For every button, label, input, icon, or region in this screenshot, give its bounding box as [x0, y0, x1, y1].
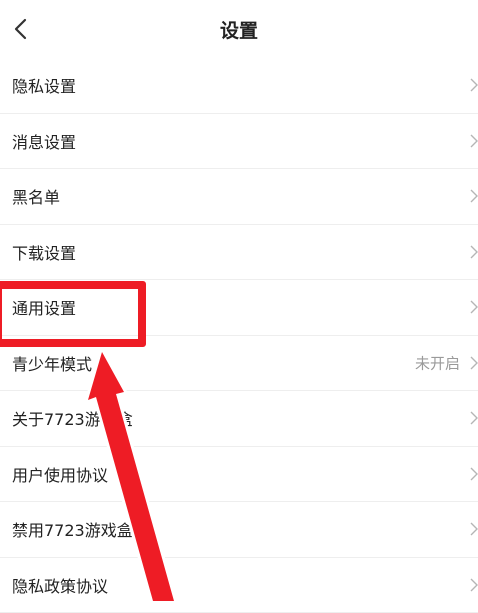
settings-item-label: 消息设置	[12, 129, 76, 153]
page-title: 设置	[0, 16, 478, 43]
settings-item-label: 用户使用协议	[12, 462, 108, 486]
settings-item-label: 隐私政策协议	[12, 573, 108, 597]
settings-item-label: 下载设置	[12, 240, 76, 264]
chevron-right-icon	[468, 410, 478, 426]
settings-item-label: 禁用7723游戏盒	[12, 517, 133, 541]
chevron-right-icon	[468, 355, 478, 371]
settings-item-general[interactable]: 通用设置	[0, 280, 478, 336]
settings-item-disable-app[interactable]: 禁用7723游戏盒	[0, 502, 478, 558]
chevron-right-icon	[468, 299, 478, 315]
settings-item-label: 关于7723游戏盒	[12, 406, 133, 430]
chevron-right-icon	[468, 521, 478, 537]
settings-item-about[interactable]: 关于7723游戏盒	[0, 391, 478, 447]
settings-item-privacy[interactable]: 隐私设置	[0, 58, 478, 114]
chevron-right-icon	[468, 133, 478, 149]
settings-item-download[interactable]: 下载设置	[0, 225, 478, 281]
settings-item-youth-mode[interactable]: 青少年模式 未开启	[0, 336, 478, 392]
chevron-right-icon	[468, 77, 478, 93]
settings-item-blacklist[interactable]: 黑名单	[0, 169, 478, 225]
chevron-right-icon	[468, 188, 478, 204]
chevron-right-icon	[468, 244, 478, 260]
settings-item-label: 隐私设置	[12, 73, 76, 97]
settings-item-label: 黑名单	[12, 184, 60, 208]
settings-item-label: 通用设置	[12, 295, 76, 319]
chevron-right-icon	[468, 577, 478, 593]
top-bar: 设置	[0, 0, 478, 58]
settings-list: 隐私设置 消息设置 黑名单 下载设置 通用设置 青少年模式 未开启 关于7723…	[0, 58, 478, 613]
settings-item-label: 青少年模式	[12, 351, 92, 375]
chevron-right-icon	[468, 466, 478, 482]
settings-item-messages[interactable]: 消息设置	[0, 114, 478, 170]
youth-mode-status: 未开启	[415, 352, 460, 373]
settings-item-privacy-policy[interactable]: 隐私政策协议	[0, 558, 478, 613]
settings-item-user-agreement[interactable]: 用户使用协议	[0, 447, 478, 503]
